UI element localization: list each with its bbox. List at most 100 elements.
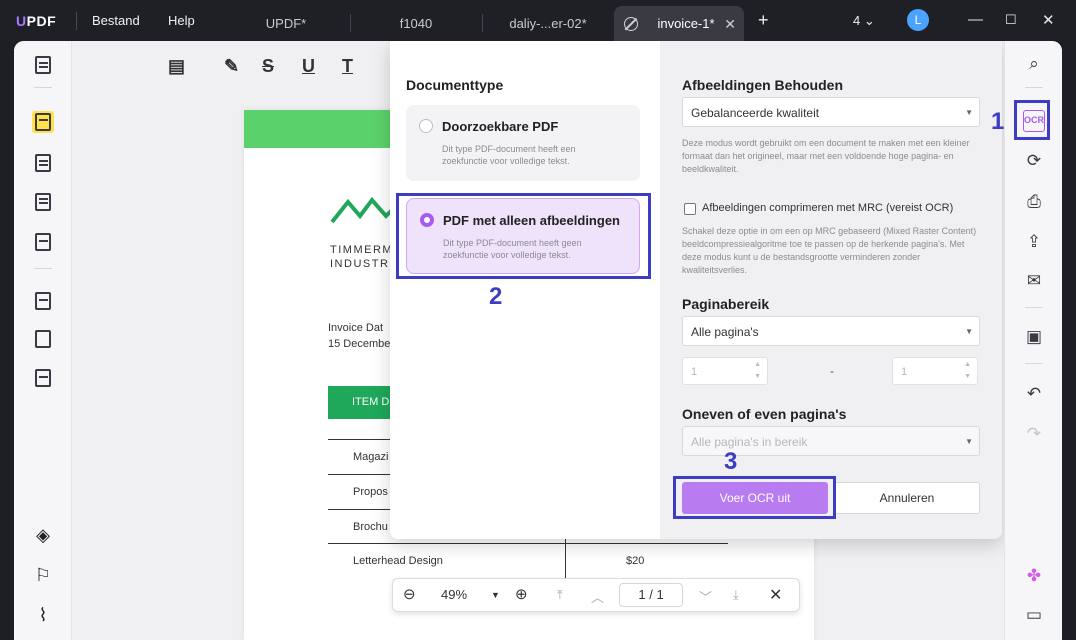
keep-images-desc: Deze modus wordt gebruikt om een documen… [682,138,970,174]
new-tab-button[interactable]: + [758,10,769,31]
select-value: Alle pagina's in bereik [691,435,808,449]
email-icon[interactable]: ✉ [1023,270,1045,292]
stepper-down-icon[interactable]: ▼ [964,373,971,380]
chevron-down-icon: ▼ [965,437,973,446]
invoice-date-value: 15 Decembe [328,338,391,350]
zoom-level[interactable]: 49% [441,587,467,602]
cancel-button[interactable]: Annuleren [834,482,980,514]
toolbar-divider [34,87,52,88]
stepper-up-icon[interactable]: ▲ [964,361,971,368]
protect-icon[interactable]: ⎙ [1023,191,1045,213]
row-item: Magazi [353,451,389,463]
page-range-select[interactable]: Alle pagina's ▼ [682,316,980,346]
annotation-number-1: 1 [991,108,1005,135]
window-count-label: 4 [853,13,861,28]
tab-divider [350,14,351,32]
undo-icon[interactable]: ↶ [1023,383,1045,405]
app-logo[interactable]: UPDF [16,13,56,29]
close-tab-icon[interactable]: ✕ [724,16,736,33]
redo-icon[interactable]: ↷ [1023,423,1045,445]
save-icon[interactable]: ▣ [1023,326,1045,348]
convert-icon[interactable]: ⟳ [1023,150,1045,172]
search-icon[interactable]: ⌕ [1023,53,1045,75]
tab-updf[interactable]: UPDF* [238,6,334,42]
radio-searchable[interactable] [419,119,433,133]
edit-pdf-icon[interactable] [32,152,54,174]
tab-divider [482,14,483,32]
annotation-box-image-only [396,193,651,279]
row-item: Propos [353,486,388,498]
share-icon[interactable]: ⇪ [1023,231,1045,253]
highlighter-tool-icon[interactable]: ✎ [224,56,239,77]
range-to-input[interactable]: 1 ▲ ▼ [892,357,978,385]
title-bar: UPDF Bestand Help UPDF* f1040 daliy-...e… [0,0,1076,42]
annotation-number-3: 3 [724,448,738,475]
tab-label: f1040 [399,16,433,31]
page-total: 1 [656,587,664,602]
image-quality-select[interactable]: Gebalanceerde kwaliteit ▼ [682,97,980,127]
odd-even-title: Oneven of even pagina's [682,406,847,422]
tab-label: invoice-1* [657,16,715,31]
pages-icon[interactable] [32,290,54,312]
stepper-down-icon[interactable]: ▼ [754,373,761,380]
crop-icon[interactable] [32,328,54,350]
layers-icon[interactable]: ◈ [32,525,54,547]
range-from-input[interactable]: 1 ▲ ▼ [682,357,768,385]
close-window-button[interactable]: ✕ [1042,11,1055,29]
reader-icon[interactable] [32,54,54,76]
mrc-label[interactable]: Afbeeldingen comprimeren met MRC (vereis… [702,202,953,214]
company-name: TIMMERM INDUSTRI [330,243,394,271]
attachment-icon[interactable]: ⌇ [32,605,54,627]
tab-daliy[interactable]: daliy-...er-02* [488,6,608,42]
zoom-in-icon[interactable]: ⊕ [515,585,528,603]
page-sep: / [649,587,653,602]
row-item: Letterhead Design [353,555,443,567]
underline-tool-icon[interactable]: U [302,56,315,77]
compress-icon[interactable] [32,367,54,389]
annotation-box-run-ocr [673,476,836,519]
page-indicator[interactable]: 1 / 1 [619,583,683,607]
doc-type-title: Documenttype [406,77,504,93]
toolbar-divider [1025,87,1043,88]
toolbar-divider [1025,363,1043,364]
form-icon[interactable] [32,191,54,213]
tab-label: UPDF* [265,16,307,31]
tab-invoice[interactable]: invoice-1* ✕ [614,6,744,42]
comment-tool-icon[interactable]: ▤ [168,56,185,77]
annotation-box-ocr [1014,100,1050,140]
close-zoombar-icon[interactable]: ✕ [769,585,782,605]
stepper-up-icon[interactable]: ▲ [754,361,761,368]
toolbar-divider [1025,307,1043,308]
option-desc: Dit type PDF-document heeft een zoekfunc… [442,144,576,166]
zoom-dropdown-icon[interactable]: ▼ [491,590,500,600]
maximize-button[interactable]: ☐ [1005,12,1017,28]
title-divider [76,12,77,30]
organize-icon[interactable] [32,231,54,253]
option-searchable-pdf[interactable]: Doorzoekbare PDF Dit type PDF-document h… [406,105,640,181]
range-from-value: 1 [691,366,698,378]
first-page-icon[interactable]: ⤒ [557,587,563,603]
ai-icon[interactable]: ✤ [1023,565,1045,587]
bookmark-icon[interactable]: ⚐ [32,565,54,587]
tab-f1040[interactable]: f1040 [368,6,464,42]
menu-help[interactable]: Help [168,13,195,28]
menu-file[interactable]: Bestand [92,13,140,28]
select-value: Alle pagina's [691,325,759,339]
keep-images-title: Afbeeldingen Behouden [682,77,843,93]
mrc-checkbox[interactable] [684,203,696,215]
text-tool-icon[interactable]: T [342,56,353,77]
highlight-icon[interactable] [32,111,54,133]
avatar[interactable]: L [907,9,929,31]
strikethrough-tool-icon[interactable]: S [262,56,274,77]
table-row: Letterhead Design $20 [328,543,728,579]
window-count[interactable]: 4 ⌄ [853,13,875,29]
page-current: 1 [638,587,646,602]
minimize-button[interactable]: — [968,11,983,28]
last-page-icon[interactable]: ⤓ [733,587,739,603]
zoom-out-icon[interactable]: ⊖ [403,585,416,603]
next-page-icon[interactable]: ﹀ [699,587,712,606]
range-to-value: 1 [901,366,908,378]
page-range-title: Paginabereik [682,296,770,312]
comment-icon[interactable]: ▭ [1023,604,1045,626]
prev-page-icon[interactable]: ︿ [591,587,604,606]
